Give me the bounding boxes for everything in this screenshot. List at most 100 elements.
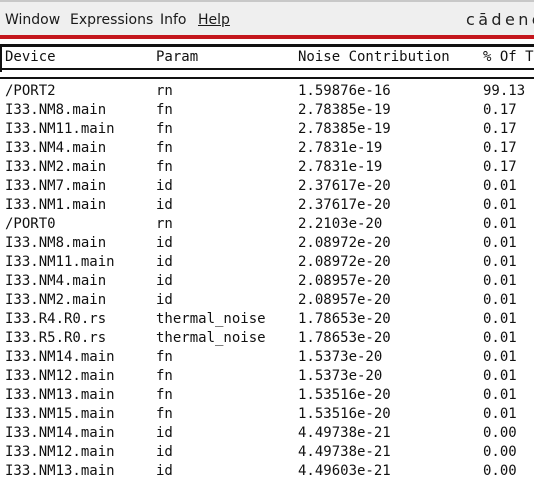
noise-contribution-cell: 4.49603e-21 <box>298 463 391 479</box>
noise-contribution-cell: 2.37617e-20 <box>298 197 391 213</box>
param-cell: rn <box>156 83 173 99</box>
noise-contribution-cell: 2.7831e-19 <box>298 140 383 156</box>
param-cell: id <box>156 425 173 441</box>
device-cell: I33.NM7.main <box>5 178 107 194</box>
header-divider <box>0 77 534 79</box>
column-header-device[interactable]: Device <box>5 49 56 65</box>
device-cell: /PORT0 <box>5 216 56 232</box>
param-cell: id <box>156 197 173 213</box>
noise-contribution-cell: 4.49738e-21 <box>298 425 391 441</box>
table-row[interactable]: I33.NM13.main id 4.49603e-21 0.00 <box>0 462 534 481</box>
table-row[interactable]: I33.NM13.main fn 1.53516e-20 0.01 <box>0 386 534 405</box>
device-cell: I33.NM11.main <box>5 254 115 270</box>
param-cell: thermal_noise <box>156 330 266 346</box>
percent-cell: 0.00 <box>483 463 517 479</box>
table-row[interactable]: I33.NM7.main id 2.37617e-20 0.01 <box>0 177 534 196</box>
param-cell: fn <box>156 121 173 137</box>
percent-cell: 0.01 <box>483 349 517 365</box>
percent-cell: 0.01 <box>483 235 517 251</box>
param-cell: fn <box>156 349 173 365</box>
table-row[interactable]: I33.NM8.main fn 2.78385e-19 0.17 <box>0 101 534 120</box>
menu-window[interactable]: Window <box>5 12 60 29</box>
table-row[interactable]: I33.NM14.main fn 1.5373e-20 0.01 <box>0 348 534 367</box>
device-cell: I33.NM1.main <box>5 197 107 213</box>
column-header-percent-of-total[interactable]: % Of To <box>483 49 534 65</box>
percent-cell: 0.17 <box>483 102 517 118</box>
param-cell: id <box>156 463 173 479</box>
noise-contribution-cell: 1.78653e-20 <box>298 311 391 327</box>
table-row[interactable]: /PORT0 rn 2.2103e-20 0.01 <box>0 215 534 234</box>
param-cell: id <box>156 254 173 270</box>
table-row[interactable]: /PORT2 rn 1.59876e-16 99.13 <box>0 82 534 101</box>
table-row[interactable]: I33.NM11.main fn 2.78385e-19 0.17 <box>0 120 534 139</box>
device-cell: I33.NM2.main <box>5 292 107 308</box>
percent-cell: 0.01 <box>483 406 517 422</box>
noise-contribution-cell: 2.08957e-20 <box>298 292 391 308</box>
device-cell: I33.NM13.main <box>5 463 115 479</box>
percent-cell: 0.17 <box>483 121 517 137</box>
param-cell: fn <box>156 406 173 422</box>
noise-contribution-cell: 2.08972e-20 <box>298 235 391 251</box>
percent-cell: 0.01 <box>483 311 517 327</box>
param-cell: fn <box>156 102 173 118</box>
menu-info[interactable]: Info <box>160 12 187 29</box>
device-cell: I33.NM4.main <box>5 273 107 289</box>
percent-cell: 0.00 <box>483 425 517 441</box>
noise-contribution-cell: 1.78653e-20 <box>298 330 391 346</box>
noise-contribution-cell: 2.08972e-20 <box>298 254 391 270</box>
device-cell: I33.NM14.main <box>5 425 115 441</box>
table-row[interactable]: I33.NM4.main id 2.08957e-20 0.01 <box>0 272 534 291</box>
noise-contribution-cell: 2.08957e-20 <box>298 273 391 289</box>
device-cell: I33.NM13.main <box>5 387 115 403</box>
column-header-noise-contribution[interactable]: Noise Contribution <box>298 49 450 65</box>
percent-cell: 0.01 <box>483 197 517 213</box>
noise-contribution-cell: 2.78385e-19 <box>298 121 391 137</box>
table-row[interactable]: I33.NM8.main id 2.08972e-20 0.01 <box>0 234 534 253</box>
noise-contribution-cell: 4.49738e-21 <box>298 444 391 460</box>
percent-cell: 0.01 <box>483 273 517 289</box>
device-cell: I33.NM15.main <box>5 406 115 422</box>
device-cell: I33.NM2.main <box>5 159 107 175</box>
table-row[interactable]: I33.R4.R0.rs thermal_noise 1.78653e-20 0.01 <box>0 310 534 329</box>
table-row[interactable]: I33.NM2.main fn 2.7831e-19 0.17 <box>0 158 534 177</box>
menu-help[interactable]: Help <box>198 12 230 29</box>
device-cell: I33.NM8.main <box>5 102 107 118</box>
device-cell: I33.NM12.main <box>5 444 115 460</box>
table-row[interactable]: I33.NM4.main fn 2.7831e-19 0.17 <box>0 139 534 158</box>
menu-bar: Window Expressions Info Help cādence <box>0 2 534 35</box>
param-cell: fn <box>156 159 173 175</box>
table-row[interactable]: I33.NM2.main id 2.08957e-20 0.01 <box>0 291 534 310</box>
percent-cell: 0.01 <box>483 368 517 384</box>
percent-cell: 0.01 <box>483 387 517 403</box>
noise-contribution-cell: 1.59876e-16 <box>298 83 391 99</box>
device-cell: I33.NM4.main <box>5 140 107 156</box>
brand-accent-bar <box>0 35 534 39</box>
menu-expressions[interactable]: Expressions <box>70 12 153 29</box>
noise-contribution-cell: 1.53516e-20 <box>298 387 391 403</box>
table-row[interactable]: I33.NM12.main fn 1.5373e-20 0.01 <box>0 367 534 386</box>
param-cell: id <box>156 292 173 308</box>
device-cell: I33.NM11.main <box>5 121 115 137</box>
param-cell: fn <box>156 140 173 156</box>
param-cell: id <box>156 444 173 460</box>
noise-contribution-cell: 1.5373e-20 <box>298 349 383 365</box>
table-row[interactable]: I33.NM12.main id 4.49738e-21 0.00 <box>0 443 534 462</box>
device-cell: I33.R4.R0.rs <box>5 311 107 327</box>
noise-contribution-cell: 2.2103e-20 <box>298 216 383 232</box>
param-cell: id <box>156 178 173 194</box>
table-row[interactable]: I33.NM1.main id 2.37617e-20 0.01 <box>0 196 534 215</box>
percent-cell: 0.01 <box>483 216 517 232</box>
table-row[interactable]: I33.NM15.main fn 1.53516e-20 0.01 <box>0 405 534 424</box>
percent-cell: 0.01 <box>483 254 517 270</box>
param-cell: fn <box>156 387 173 403</box>
param-cell: id <box>156 273 173 289</box>
device-cell: I33.R5.R0.rs <box>5 330 107 346</box>
cadence-logo: cādence <box>466 10 534 29</box>
column-header-param[interactable]: Param <box>156 49 198 65</box>
table-row[interactable]: I33.NM14.main id 4.49738e-21 0.00 <box>0 424 534 443</box>
table-row[interactable]: I33.NM11.main id 2.08972e-20 0.01 <box>0 253 534 272</box>
percent-cell: 0.17 <box>483 140 517 156</box>
device-cell: I33.NM14.main <box>5 349 115 365</box>
param-cell: id <box>156 235 173 251</box>
table-row[interactable]: I33.R5.R0.rs thermal_noise 1.78653e-20 0.01 <box>0 329 534 348</box>
